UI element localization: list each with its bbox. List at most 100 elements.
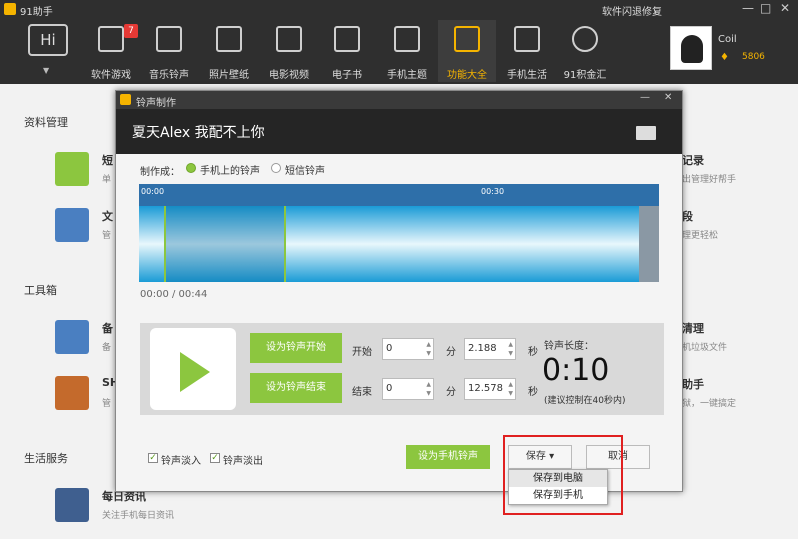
crash-repair-link[interactable]: 软件闪退修复 xyxy=(602,3,662,18)
feature-file-sub: 管 xyxy=(102,231,112,241)
dialog-title: 铃声制作 xyxy=(136,98,176,109)
app-logo-icon xyxy=(4,3,16,15)
feature-right2-title[interactable]: 段 xyxy=(682,208,693,224)
minute-unit: 分 xyxy=(446,387,456,398)
dialog-title-bar: 铃声制作 — ✕ xyxy=(116,91,682,109)
control-panel: 设为铃声开始 设为铃声结束 开始 0 ▲ ▼ 分 2.188 ▲ ▼ 秒 结束 0 … xyxy=(140,323,664,415)
end-seconds-value: 12.578 xyxy=(468,383,503,394)
feature-right4-title[interactable]: 助手 xyxy=(682,376,704,392)
title-bar: 91助手 软件闪退修复 — □ ✕ xyxy=(0,0,798,18)
feature-file-title[interactable]: 文 xyxy=(102,208,113,224)
set-phone-ringtone-button[interactable]: 设为手机铃声 xyxy=(406,445,490,469)
avatar[interactable] xyxy=(670,26,712,70)
dialog-minimize-button[interactable]: — xyxy=(640,92,650,103)
fade-in-checkbox[interactable]: ✓ xyxy=(148,453,158,463)
nav-photos-wallpapers[interactable]: 照片壁纸 xyxy=(200,20,258,82)
ringtone-length-value: 0:10 xyxy=(542,353,610,388)
feature-backup-title[interactable]: 备 xyxy=(102,320,113,336)
dialog-close-button[interactable]: ✕ xyxy=(664,92,672,103)
second-unit: 秒 xyxy=(528,347,538,358)
sms-icon[interactable] xyxy=(55,152,89,186)
book-icon xyxy=(334,26,360,52)
nav-software-games[interactable]: 7 软件游戏 xyxy=(82,20,140,82)
radio-phone-ringtone-label[interactable]: 手机上的铃声 xyxy=(200,162,260,177)
picture-icon xyxy=(216,26,242,52)
nav-phone-life[interactable]: 手机生活 xyxy=(498,20,556,82)
radio-sms-ringtone[interactable] xyxy=(271,163,281,173)
folder-icon[interactable] xyxy=(55,208,89,242)
medal-icon: ♦ xyxy=(720,52,729,63)
app-name: 91助手 xyxy=(20,7,53,18)
shsh-gear-icon[interactable] xyxy=(55,376,89,410)
feature-backup-sub: 备 xyxy=(102,343,112,353)
close-button[interactable]: ✕ xyxy=(780,1,790,15)
news-icon[interactable] xyxy=(55,488,89,522)
feature-right3-sub: 机垃圾文件 xyxy=(682,343,728,353)
feature-right4-sub: 狱，一键搞定 xyxy=(682,399,737,409)
set-end-button[interactable]: 设为铃声结束 xyxy=(250,373,342,403)
minimize-button[interactable]: — xyxy=(742,1,754,15)
feature-news-sub: 关注手机每日资讯 xyxy=(102,511,175,521)
feature-right3-title[interactable]: 清理 xyxy=(682,320,704,336)
set-start-button[interactable]: 设为铃声开始 xyxy=(250,333,342,363)
app-logo-icon xyxy=(120,94,131,105)
stepper-arrows-icon[interactable]: ▲ ▼ xyxy=(426,380,431,398)
fade-in-label[interactable]: 铃声淡入 xyxy=(161,452,201,467)
radio-phone-ringtone[interactable] xyxy=(186,163,196,173)
end-minutes-value: 0 xyxy=(386,383,393,394)
song-header: 夏天Alex 我配不上你 xyxy=(116,109,682,154)
made-as-label: 制作成： xyxy=(140,167,180,178)
start-seconds-stepper[interactable]: 2.188 ▲ ▼ xyxy=(464,338,516,360)
nav-ebooks[interactable]: 电子书 xyxy=(318,20,376,82)
nav-phone-themes[interactable]: 手机主题 xyxy=(378,20,436,82)
top-toolbar: 91助手 软件闪退修复 — □ ✕ Hi ▼ 7 软件游戏 音乐铃声 照片壁纸 … xyxy=(0,0,798,84)
nav-91-points[interactable]: 91积金汇 xyxy=(556,20,614,82)
end-seconds-stepper[interactable]: 12.578 ▲ ▼ xyxy=(464,378,516,400)
section-life-services: 生活服务 xyxy=(24,452,68,465)
fade-out-label[interactable]: 铃声淡出 xyxy=(223,452,263,467)
ruler-mid-time: 00:30 xyxy=(481,187,505,196)
fade-out-checkbox[interactable]: ✓ xyxy=(210,453,220,463)
music-note-icon xyxy=(156,26,182,52)
selected-region[interactable] xyxy=(165,206,285,282)
waveform-editor[interactable]: 00:00 00:30 xyxy=(139,184,659,282)
stepper-arrows-icon[interactable]: ▲ ▼ xyxy=(426,340,431,358)
folder-open-icon[interactable] xyxy=(636,126,656,140)
highlight-box xyxy=(503,435,623,515)
start-minutes-stepper[interactable]: 0 ▲ ▼ xyxy=(382,338,434,360)
nav-label: 电子书 xyxy=(332,70,362,81)
play-icon xyxy=(180,352,210,392)
chevron-down-icon[interactable]: ▼ xyxy=(43,66,49,75)
nav-movies-videos[interactable]: 电影视频 xyxy=(260,20,318,82)
time-readout: 00:00 / 00:44 xyxy=(140,289,208,300)
ringtone-maker-dialog: 铃声制作 — ✕ 夏天Alex 我配不上你 制作成： 手机上的铃声 短信铃声 0… xyxy=(115,90,683,492)
ringtone-length-hint: (建议控制在40秒内) xyxy=(544,396,626,406)
maximize-button[interactable]: □ xyxy=(760,1,771,15)
end-minutes-stepper[interactable]: 0 ▲ ▼ xyxy=(382,378,434,400)
song-name: 夏天Alex 我配不上你 xyxy=(132,125,265,141)
second-unit: 秒 xyxy=(528,387,538,398)
feature-right1-title[interactable]: 记录 xyxy=(682,152,704,168)
stepper-arrows-icon[interactable]: ▲ ▼ xyxy=(508,340,513,358)
feature-shsh-sub: 管 xyxy=(102,399,112,409)
nav-features[interactable]: 功能大全 xyxy=(438,20,496,82)
end-label: 结束 xyxy=(352,387,372,398)
feature-right2-sub: 理更轻松 xyxy=(682,231,719,241)
coin-count: 5806 xyxy=(742,52,765,62)
waveform-tail xyxy=(639,206,659,282)
feature-sms-title[interactable]: 短 xyxy=(102,152,113,168)
notification-badge: 7 xyxy=(124,24,138,38)
film-icon xyxy=(276,26,302,52)
ringtone-length-label: 铃声长度： xyxy=(544,341,594,352)
start-minutes-value: 0 xyxy=(386,343,393,354)
nav-music-ringtones[interactable]: 音乐铃声 xyxy=(140,20,198,82)
stepper-arrows-icon[interactable]: ▲ ▼ xyxy=(508,380,513,398)
backup-icon[interactable] xyxy=(55,320,89,354)
start-seconds-value: 2.188 xyxy=(468,343,497,354)
shopping-bag-icon xyxy=(514,26,540,52)
hi-menu-button[interactable]: Hi xyxy=(28,24,68,56)
play-button[interactable] xyxy=(150,328,236,410)
feature-right1-sub: 出管理好帮手 xyxy=(682,175,737,185)
section-data-management: 资料管理 xyxy=(24,116,68,129)
radio-sms-ringtone-label[interactable]: 短信铃声 xyxy=(285,162,325,177)
